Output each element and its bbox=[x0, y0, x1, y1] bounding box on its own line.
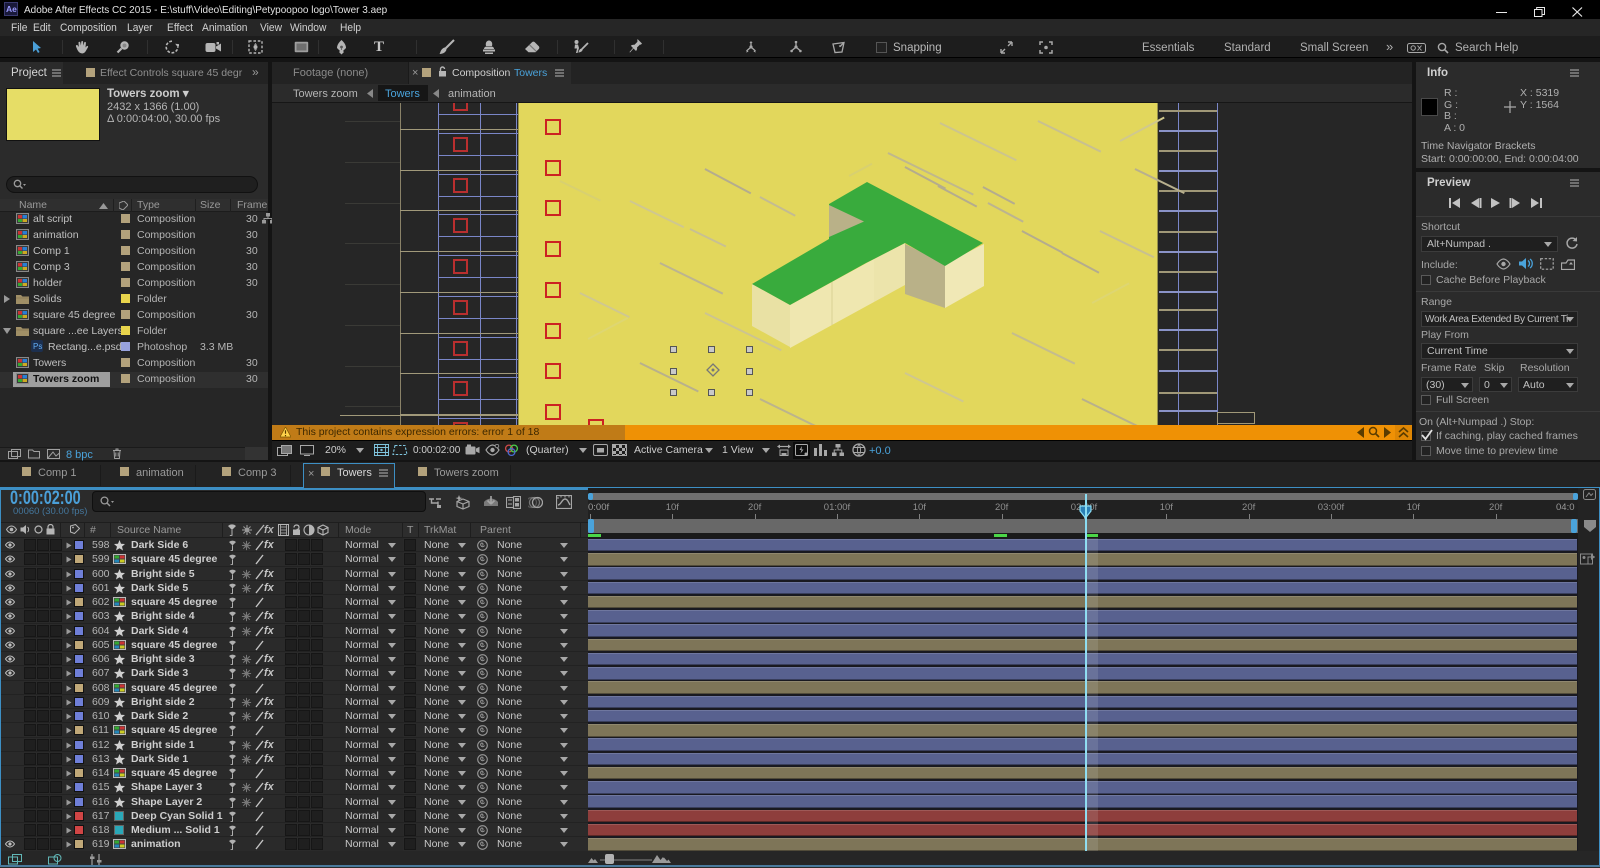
svg-text:Ps: Ps bbox=[33, 342, 42, 351]
